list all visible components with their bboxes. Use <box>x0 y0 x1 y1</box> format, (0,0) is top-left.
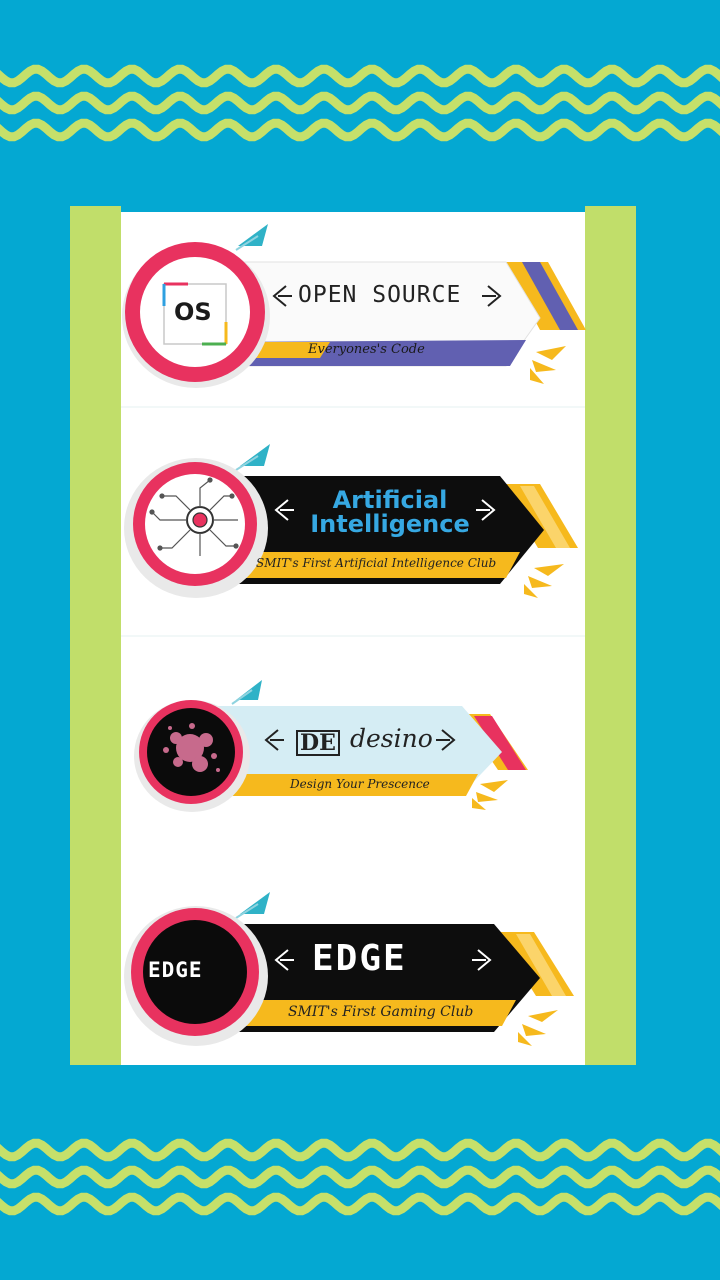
edge-tagline: SMIT's First Gaming Club <box>288 1004 474 1020</box>
poster: OS OPEN SOURCE Everyones's Code Artifici… <box>0 0 720 1280</box>
edge-logo-text: EDGE <box>148 958 203 982</box>
edge-title: EDGE <box>312 938 407 979</box>
edge-badge-shape <box>124 892 574 1046</box>
